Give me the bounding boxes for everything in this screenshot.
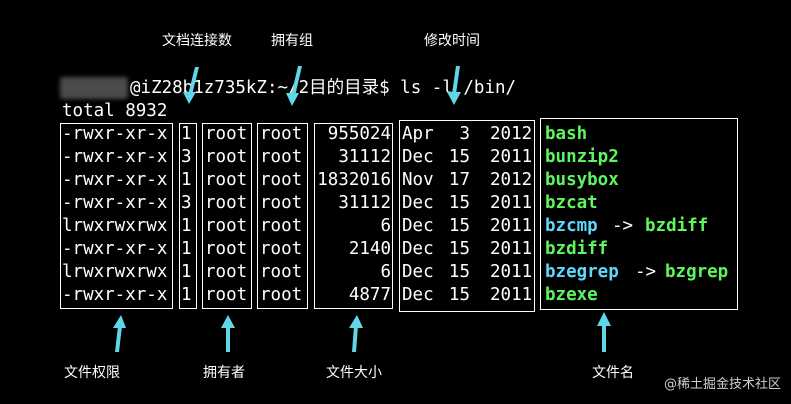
arrow-permissions [113, 315, 126, 352]
watermark: @稀土掘金技术社区 [663, 377, 781, 392]
arrow-size [349, 315, 363, 352]
arrow-modify-time [447, 66, 461, 105]
arrow-link-count [183, 67, 199, 104]
arrow-filename [597, 312, 611, 352]
arrow-owner [221, 315, 235, 352]
annotation-arrows [113, 66, 611, 352]
arrow-group [286, 66, 302, 106]
